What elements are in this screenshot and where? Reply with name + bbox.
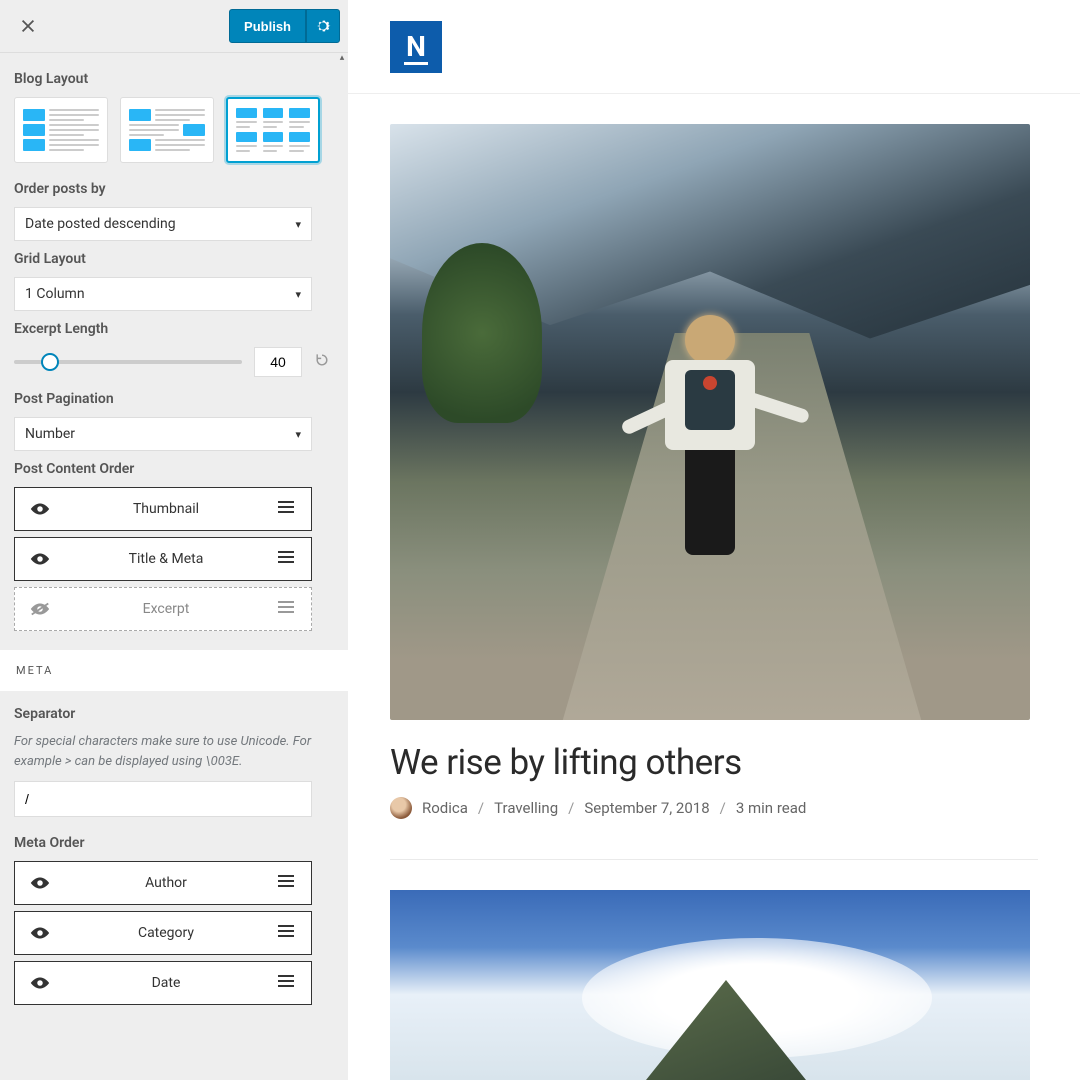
- content-order-thumbnail[interactable]: Thumbnail: [14, 487, 312, 531]
- pagination-select[interactable]: Number: [14, 417, 312, 451]
- excerpt-slider-row: [14, 347, 334, 377]
- drag-handle[interactable]: [277, 500, 297, 518]
- drag-handle[interactable]: [277, 600, 297, 618]
- visibility-toggle[interactable]: [29, 875, 55, 891]
- drag-icon: [277, 600, 295, 614]
- meta-order-author[interactable]: Author: [14, 861, 312, 905]
- sidebar-topbar: Publish: [0, 0, 348, 53]
- author-avatar[interactable]: [390, 797, 412, 819]
- order-item-label: Excerpt: [55, 601, 277, 617]
- publish-button[interactable]: Publish: [229, 9, 306, 43]
- separator-label: Separator: [14, 706, 334, 722]
- blog-layout-label: Blog Layout: [14, 71, 334, 87]
- blog-layout-options: [14, 97, 334, 163]
- order-posts-select[interactable]: Date posted descending: [14, 207, 312, 241]
- preview-pane: N We rise by lifting others Rodica / Tra…: [348, 0, 1080, 1080]
- eye-icon: [29, 501, 51, 517]
- pagination-value: Number: [25, 426, 75, 442]
- drag-handle[interactable]: [277, 874, 297, 892]
- pagination-label: Post Pagination: [14, 391, 334, 407]
- drag-handle[interactable]: [277, 924, 297, 942]
- post-divider: [390, 859, 1038, 860]
- drag-handle[interactable]: [277, 974, 297, 992]
- post-read-time: 3 min read: [736, 799, 806, 817]
- slider-thumb[interactable]: [41, 353, 59, 371]
- grid-layout-label: Grid Layout: [14, 251, 334, 267]
- order-item-label: Title & Meta: [55, 551, 277, 567]
- close-icon: [19, 17, 37, 35]
- drag-icon: [277, 974, 295, 988]
- drag-handle[interactable]: [277, 550, 297, 568]
- eye-icon: [29, 551, 51, 567]
- excerpt-value-input[interactable]: [254, 347, 302, 377]
- order-item-label: Category: [55, 925, 277, 941]
- post-author[interactable]: Rodica: [422, 799, 468, 817]
- order-item-label: Thumbnail: [55, 501, 277, 517]
- post-category[interactable]: Travelling: [494, 799, 558, 817]
- visibility-toggle[interactable]: [29, 601, 55, 617]
- separator-help: For special characters make sure to use …: [14, 732, 334, 771]
- meta-separator: /: [720, 799, 726, 817]
- meta-section-header: META: [0, 649, 348, 692]
- visibility-toggle[interactable]: [29, 501, 55, 517]
- eye-icon: [29, 925, 51, 941]
- content-order-title-meta[interactable]: Title & Meta: [14, 537, 312, 581]
- content-order-excerpt[interactable]: Excerpt: [14, 587, 312, 631]
- order-item-label: Date: [55, 975, 277, 991]
- eye-icon: [29, 875, 51, 891]
- grid-layout-select[interactable]: 1 Column: [14, 277, 312, 311]
- drag-icon: [277, 500, 295, 514]
- post-title[interactable]: We rise by lifting others: [390, 742, 1038, 783]
- featured-image-2[interactable]: [390, 890, 1030, 1080]
- meta-separator: /: [568, 799, 574, 817]
- scroll-up-arrow[interactable]: ▴: [336, 53, 348, 65]
- drag-icon: [277, 924, 295, 938]
- excerpt-slider[interactable]: [14, 360, 242, 364]
- post-date: September 7, 2018: [584, 799, 709, 817]
- site-header: N: [348, 0, 1080, 94]
- reset-icon: [314, 352, 330, 368]
- publish-group: Publish: [229, 9, 340, 43]
- separator-input[interactable]: [14, 781, 312, 817]
- grid-layout-value: 1 Column: [25, 286, 85, 302]
- settings-button[interactable]: [306, 9, 340, 43]
- gear-icon: [314, 17, 332, 35]
- excerpt-reset-button[interactable]: [314, 352, 334, 372]
- order-posts-label: Order posts by: [14, 181, 334, 197]
- meta-order-date[interactable]: Date: [14, 961, 312, 1005]
- customizer-sidebar: Publish ▴ Blog Layout: [0, 0, 348, 1080]
- layout-option-alternate[interactable]: [120, 97, 214, 163]
- visibility-toggle[interactable]: [29, 551, 55, 567]
- customizer-panel[interactable]: ▴ Blog Layout: [0, 53, 348, 1080]
- layout-option-list[interactable]: [14, 97, 108, 163]
- meta-order-category[interactable]: Category: [14, 911, 312, 955]
- order-item-label: Author: [55, 875, 277, 891]
- visibility-toggle[interactable]: [29, 925, 55, 941]
- content-order-label: Post Content Order: [14, 461, 334, 477]
- order-posts-value: Date posted descending: [25, 216, 176, 232]
- close-button[interactable]: [14, 12, 42, 40]
- preview-body: We rise by lifting others Rodica / Trave…: [348, 94, 1080, 1080]
- layout-option-grid[interactable]: [226, 97, 320, 163]
- meta-order-label: Meta Order: [14, 835, 334, 851]
- excerpt-length-label: Excerpt Length: [14, 321, 334, 337]
- featured-image[interactable]: [390, 124, 1030, 720]
- visibility-toggle[interactable]: [29, 975, 55, 991]
- post-meta: Rodica / Travelling / September 7, 2018 …: [390, 797, 1038, 819]
- site-logo[interactable]: N: [390, 21, 442, 73]
- drag-icon: [277, 874, 295, 888]
- meta-separator: /: [478, 799, 484, 817]
- drag-icon: [277, 550, 295, 564]
- eye-icon: [29, 975, 51, 991]
- eye-off-icon: [29, 601, 51, 617]
